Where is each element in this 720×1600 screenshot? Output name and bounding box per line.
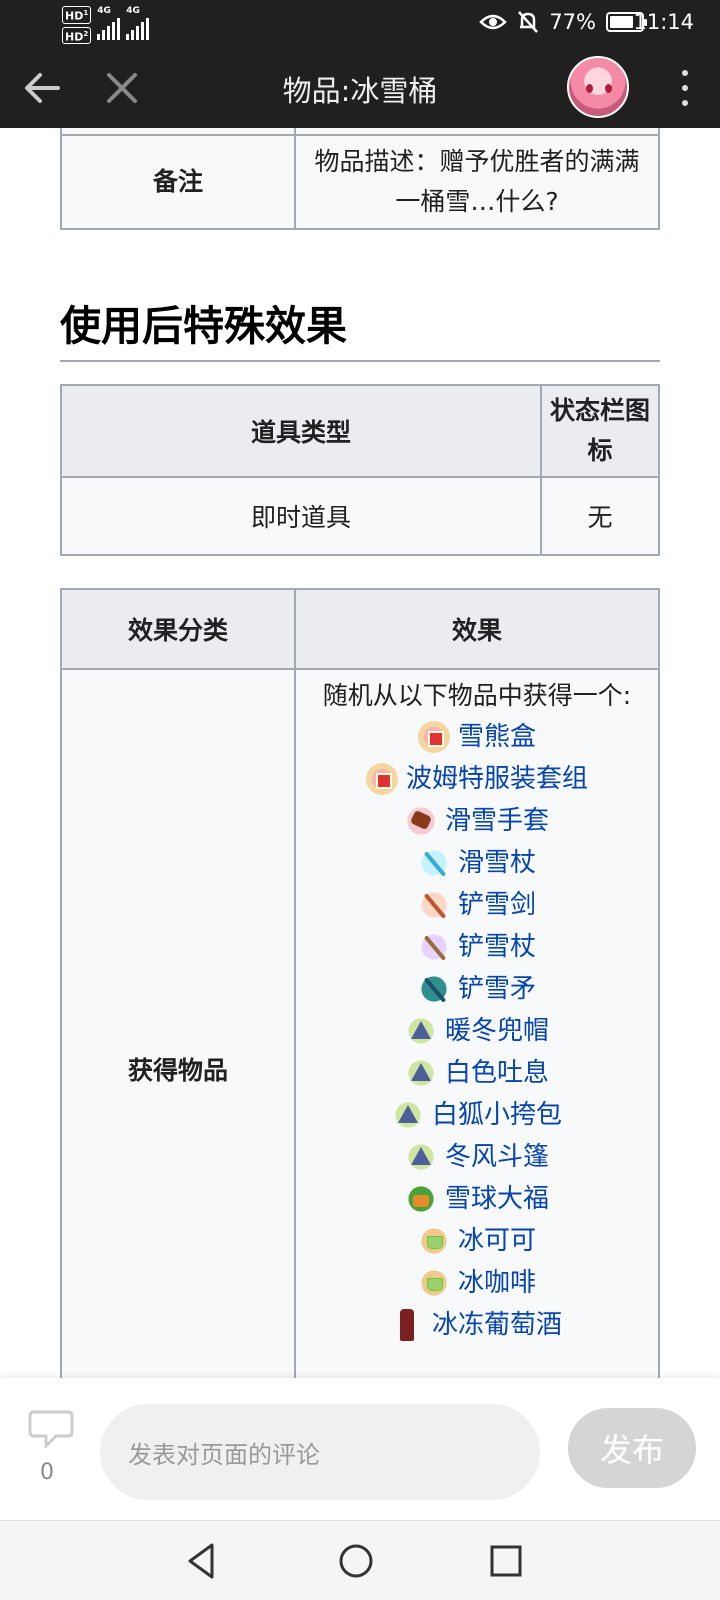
item-link[interactable]: 滑雪杖 (458, 843, 536, 883)
item-link[interactable]: 雪熊盒 (458, 717, 536, 757)
list-item: 铲雪剑 (302, 884, 652, 926)
list-item: 暖冬兜帽 (302, 1010, 652, 1052)
list-item: 波姆特服装套组 (302, 758, 652, 800)
status-bar: HD1 HD2 4G 4G 77% 11:14 (0, 0, 720, 48)
effect-intro: 随机从以下物品中获得一个: (322, 681, 632, 710)
list-item: 白色吐息 (302, 1052, 652, 1094)
item-link[interactable]: 波姆特服装套组 (406, 759, 588, 799)
section-heading: 使用后特殊效果 (60, 298, 660, 362)
list-item: 铲雪矛 (302, 968, 652, 1010)
item-type-table: 道具类型 状态栏图标 即时道具 无 (60, 384, 660, 556)
comment-count: 0 (40, 1460, 54, 1485)
item-link[interactable]: 白狐小挎包 (432, 1095, 562, 1135)
item-info-table: 备注 物品描述：赠予优胜者的满满一桶雪…什么? (60, 128, 660, 230)
list-item: 雪熊盒 (302, 716, 652, 758)
list-item: 冰咖啡 (302, 1262, 652, 1304)
remark-label: 备注 (60, 134, 296, 230)
item-link[interactable]: 暖冬兜帽 (445, 1011, 549, 1051)
list-item: 雪球大福 (302, 1178, 652, 1220)
item-link[interactable]: 冰冻葡萄酒 (432, 1305, 562, 1345)
item-link[interactable]: 冰可可 (458, 1221, 536, 1261)
post-button[interactable]: 发布 (568, 1408, 696, 1488)
list-item: 冰冻葡萄酒 (302, 1304, 652, 1346)
glove-icon[interactable] (404, 805, 437, 837)
signal-indicators: HD1 HD2 4G 4G (62, 6, 150, 47)
eye-icon (479, 14, 508, 30)
effect-table: 效果分类 效果 获得物品 随机从以下物品中获得一个: 雪熊盒 波姆特服装套组 滑雪手… (60, 588, 660, 1378)
comment-input[interactable]: 发表对页面的评论 (100, 1404, 540, 1500)
cup-icon[interactable] (417, 1267, 450, 1299)
bell-muted-icon (518, 11, 539, 33)
effect-list-cell: 随机从以下物品中获得一个: 雪熊盒 波姆特服装套组 滑雪手套 滑雪杖 铲雪剑 铲雪杖 铲雪矛… (294, 668, 660, 1378)
clock: 11:14 (633, 10, 694, 34)
nav-recents-icon[interactable] (484, 1539, 528, 1583)
nav-home-icon[interactable] (334, 1539, 378, 1583)
wine-icon[interactable] (392, 1309, 424, 1341)
staff-icon[interactable] (417, 931, 450, 963)
item-link[interactable]: 铲雪剑 (458, 885, 536, 925)
item-link[interactable]: 白色吐息 (445, 1053, 549, 1093)
cup-icon[interactable] (417, 1225, 450, 1257)
list-item: 铲雪杖 (302, 926, 652, 968)
sim1-signal-icon (97, 18, 121, 40)
avatar[interactable] (567, 56, 629, 118)
list-item: 滑雪手套 (302, 800, 652, 842)
status-icon-value: 无 (540, 476, 660, 556)
app-bar: 物品:冰雪桶 (0, 48, 720, 128)
comment-bar: 0 发表对页面的评论 发布 (0, 1378, 720, 1520)
hat-icon[interactable] (404, 1057, 437, 1089)
nav-back-icon[interactable] (180, 1539, 224, 1583)
sword-icon[interactable] (417, 889, 450, 921)
hat-icon[interactable] (391, 1099, 424, 1131)
battery-percent: 77% (549, 10, 596, 34)
list-item: 白狐小挎包 (302, 1094, 652, 1136)
item-link[interactable]: 冬风斗篷 (445, 1137, 549, 1177)
list-item: 冰可可 (302, 1220, 652, 1262)
item-link[interactable]: 铲雪矛 (458, 969, 536, 1009)
system-nav-bar (0, 1520, 720, 1600)
hat-icon[interactable] (404, 1015, 437, 1047)
reward-item-list: 雪熊盒 波姆特服装套组 滑雪手套 滑雪杖 铲雪剑 铲雪杖 铲雪矛 暖冬兜帽 白色吐息 白狐小挎包冬… (302, 716, 652, 1346)
item-link[interactable]: 冰咖啡 (458, 1263, 536, 1303)
sim1-hd-badge: HD1 (62, 6, 92, 24)
effect-category-value: 获得物品 (60, 668, 296, 1378)
spear-icon[interactable] (417, 973, 450, 1005)
list-item: 冬风斗篷 (302, 1136, 652, 1178)
ski-pole-icon[interactable] (417, 847, 450, 879)
status-right-icons: 77% (479, 10, 647, 34)
pot-icon[interactable] (404, 1183, 437, 1215)
sim2-network-type: 4G (126, 6, 140, 16)
effect-header: 效果 (294, 588, 660, 670)
page-content[interactable]: 备注 物品描述：赠予优胜者的满满一桶雪…什么? 使用后特殊效果 道具类型 状态栏… (0, 128, 720, 1378)
comment-bubble-icon[interactable] (28, 1408, 74, 1448)
status-icon-header: 状态栏图标 (540, 384, 660, 478)
hat-icon[interactable] (404, 1141, 437, 1173)
gift-box-icon[interactable] (365, 763, 398, 795)
item-link[interactable]: 雪球大福 (445, 1179, 549, 1219)
remark-value: 物品描述：赠予优胜者的满满一桶雪…什么? (294, 134, 660, 230)
item-link[interactable]: 滑雪手套 (445, 801, 549, 841)
item-link[interactable]: 铲雪杖 (458, 927, 536, 967)
list-item: 滑雪杖 (302, 842, 652, 884)
effect-category-header: 效果分类 (60, 588, 296, 670)
sim2-signal-icon (126, 18, 150, 40)
type-value: 即时道具 (60, 476, 542, 556)
gift-box-icon[interactable] (417, 721, 450, 753)
sim2-hd-badge: HD2 (62, 26, 92, 45)
sim1-network-type: 4G (97, 6, 111, 16)
more-vert-icon[interactable] (680, 70, 690, 106)
type-header: 道具类型 (60, 384, 542, 478)
